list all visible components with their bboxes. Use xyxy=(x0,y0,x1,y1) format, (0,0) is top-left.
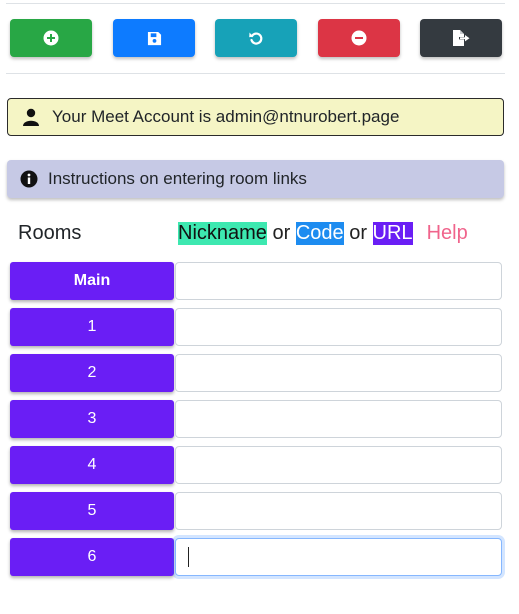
room-link-input-2[interactable] xyxy=(175,354,502,392)
minus-circle-icon xyxy=(351,30,367,46)
room-row-main: Main xyxy=(10,262,502,300)
text-caret xyxy=(188,547,189,567)
toolbar-divider xyxy=(6,73,505,74)
room-label-5[interactable]: 5 xyxy=(10,492,174,530)
room-link-input-main[interactable] xyxy=(175,262,502,300)
room-label-6[interactable]: 6 xyxy=(10,538,174,576)
top-divider xyxy=(6,3,505,4)
undo-button[interactable] xyxy=(215,19,297,57)
account-text: Your Meet Account is admin@ntnurobert.pa… xyxy=(52,107,400,126)
room-row-1: 1 xyxy=(10,308,502,346)
room-row-3: 3 xyxy=(10,400,502,438)
room-link-input-3[interactable] xyxy=(175,400,502,438)
save-button[interactable] xyxy=(113,19,195,57)
room-label-4[interactable]: 4 xyxy=(10,446,174,484)
instructions-text: Instructions on entering room links xyxy=(48,169,307,188)
room-label-2[interactable]: 2 xyxy=(10,354,174,392)
room-link-input-5[interactable] xyxy=(175,492,502,530)
room-row-2: 2 xyxy=(10,354,502,392)
plus-circle-icon xyxy=(43,30,59,46)
add-button[interactable] xyxy=(10,19,92,57)
room-link-input-4[interactable] xyxy=(175,446,502,484)
legend-code: Code xyxy=(295,222,344,245)
toolbar xyxy=(10,19,502,57)
save-icon xyxy=(147,31,162,46)
legend-or-2: or xyxy=(343,222,373,244)
room-row-4: 4 xyxy=(10,446,502,484)
room-link-input-6[interactable] xyxy=(175,538,502,576)
legend-or-1: or xyxy=(266,222,296,244)
undo-icon xyxy=(248,30,264,46)
user-icon xyxy=(22,108,40,126)
info-circle-icon xyxy=(20,170,38,188)
export-button[interactable] xyxy=(420,19,502,57)
legend-url: URL xyxy=(372,222,413,245)
legend-nickname: Nickname xyxy=(178,222,267,245)
room-label-3[interactable]: 3 xyxy=(10,400,174,438)
room-row-5: 5 xyxy=(10,492,502,530)
room-label-main[interactable]: Main xyxy=(10,262,174,300)
remove-button[interactable] xyxy=(318,19,400,57)
account-alert: Your Meet Account is admin@ntnurobert.pa… xyxy=(7,98,504,136)
help-link[interactable]: Help xyxy=(427,222,468,245)
room-row-6: 6 xyxy=(10,538,502,576)
rooms-heading: Rooms xyxy=(18,222,82,244)
instructions-alert[interactable]: Instructions on entering room links xyxy=(7,160,504,198)
room-link-legend: Nickname or Code or URL Help xyxy=(178,222,468,245)
room-label-1[interactable]: 1 xyxy=(10,308,174,346)
export-file-icon xyxy=(452,30,470,46)
room-link-input-1[interactable] xyxy=(175,308,502,346)
